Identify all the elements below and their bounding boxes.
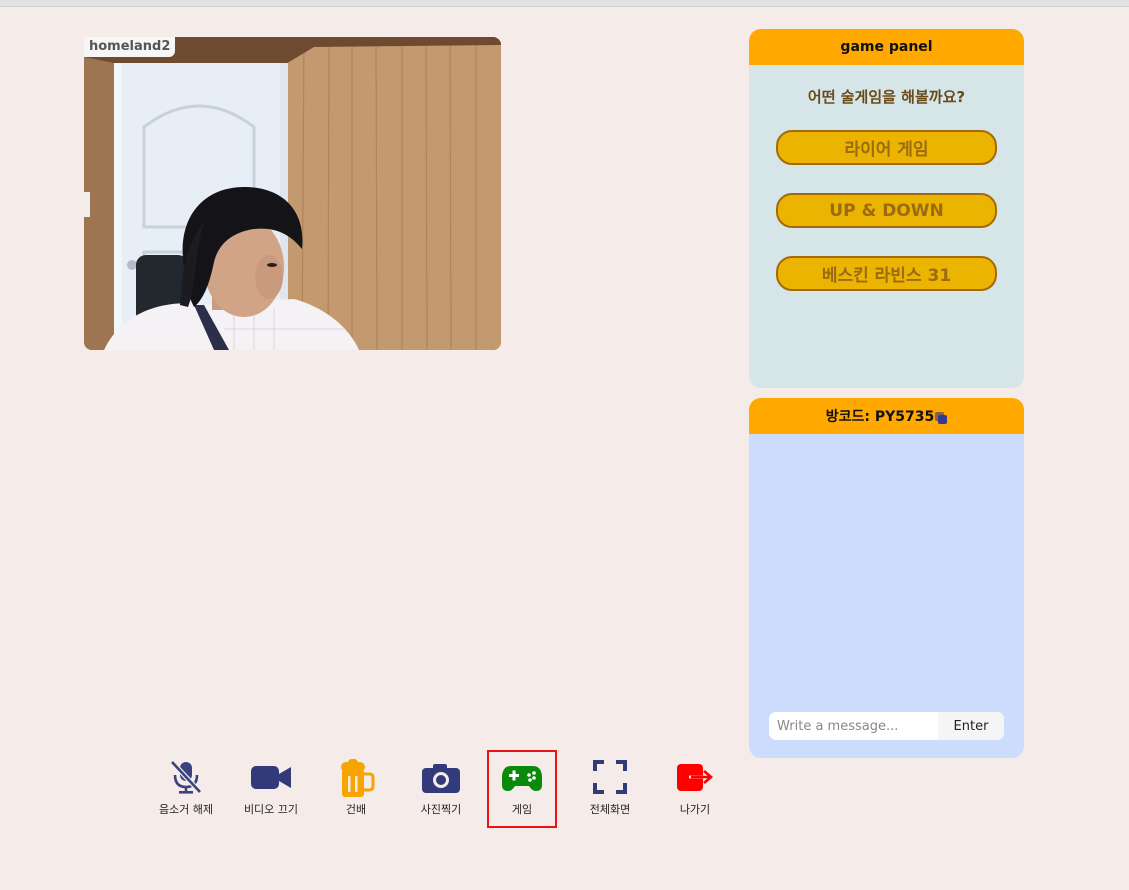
participant-name-tag: homeland2 [84, 37, 176, 57]
video-camera-icon [233, 759, 309, 797]
game-label: 게임 [511, 803, 533, 816]
copy-icon[interactable] [935, 412, 948, 424]
exit-label: 나가기 [679, 803, 711, 816]
fullscreen-button[interactable]: 전체화면 [572, 759, 648, 823]
mute-toggle-label: 음소거 해제 [158, 803, 214, 816]
fullscreen-label: 전체화면 [589, 803, 631, 816]
video-toggle-button[interactable]: 비디오 끄기 [233, 759, 309, 823]
mic-off-icon [148, 759, 224, 797]
baskin-robbins-31-game-button[interactable]: 베스킨 라빈스 31 [776, 256, 997, 291]
take-photo-button[interactable]: 사진찍기 [403, 759, 479, 823]
gamepad-icon [487, 759, 557, 797]
cheers-button[interactable]: 건배 [318, 759, 394, 823]
browser-top-edge [0, 0, 1129, 7]
participant-video [84, 37, 501, 350]
chat-panel: 방코드: PY5735 Enter [749, 398, 1024, 758]
room-code-label: 방코드: PY5735 [825, 409, 935, 425]
game-panel: game panel 어떤 술게임을 해볼까요? 라이어 게임 UP & DOW… [749, 29, 1024, 388]
webcam-feed-image [84, 37, 501, 350]
liar-game-button[interactable]: 라이어 게임 [776, 130, 997, 165]
chat-message-input[interactable] [769, 712, 937, 740]
camera-icon [403, 759, 479, 797]
chat-input-bar: Enter [769, 712, 1004, 740]
game-button[interactable]: 게임 [487, 759, 557, 823]
up-down-game-button[interactable]: UP & DOWN [776, 193, 997, 228]
game-question-text: 어떤 술게임을 해볼까요? [807, 88, 966, 106]
fullscreen-icon [572, 759, 648, 797]
video-toggle-label: 비디오 끄기 [243, 803, 299, 816]
exit-button[interactable]: 나가기 [657, 759, 733, 823]
beer-mug-icon [318, 759, 394, 797]
mute-toggle-button[interactable]: 음소거 해제 [148, 759, 224, 823]
chat-header: 방코드: PY5735 [749, 398, 1024, 434]
cheers-label: 건배 [345, 803, 367, 816]
game-panel-title: game panel [749, 29, 1024, 65]
chat-enter-button[interactable]: Enter [938, 712, 1004, 740]
take-photo-label: 사진찍기 [420, 803, 462, 816]
exit-icon [657, 759, 733, 797]
